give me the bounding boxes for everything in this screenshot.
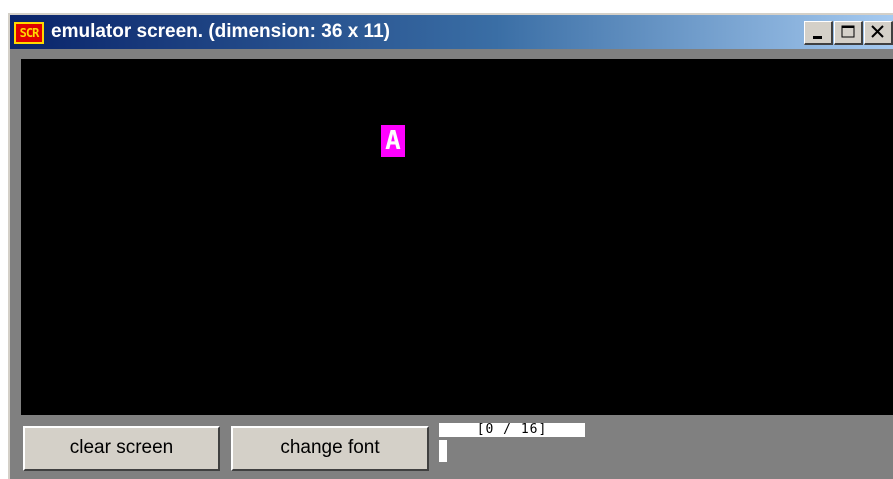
minimize-button[interactable] [804,21,833,45]
title-bar[interactable]: SCR emulator screen. (dimension: 36 x 11… [10,15,893,49]
minimize-icon [813,36,822,39]
emulator-window: SCR emulator screen. (dimension: 36 x 11… [8,13,893,479]
app-icon-label: SCR [16,24,42,42]
screen-cell-char: A [381,125,405,157]
clear-screen-button[interactable]: clear screen [23,426,220,471]
change-font-button[interactable]: change font [231,426,429,471]
char-counter: [0 / 16] [439,423,585,437]
scr-app-icon[interactable]: SCR [14,22,44,44]
window-title: emulator screen. (dimension: 36 x 11) [51,21,390,42]
window-controls [804,21,893,45]
close-icon [871,25,884,38]
maximize-button[interactable] [834,21,863,45]
emulator-screen[interactable]: A [21,59,893,415]
maximize-icon [841,25,855,38]
char-input-field[interactable] [439,440,447,462]
close-button[interactable] [864,21,893,45]
